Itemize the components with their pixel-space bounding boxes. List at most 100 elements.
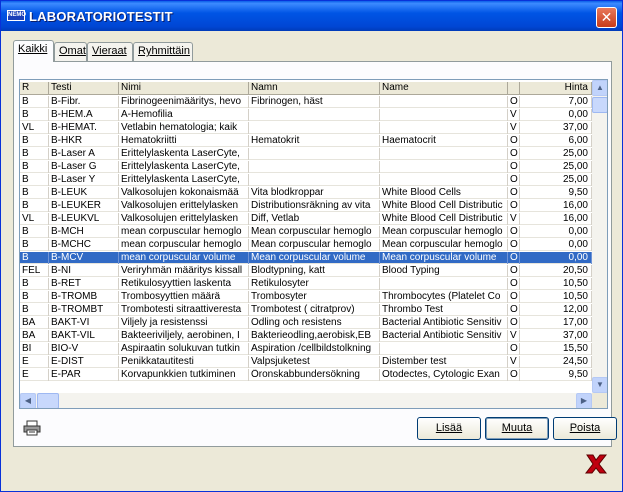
tab-ryhmittain[interactable]: Ryhmittäin (133, 42, 193, 61)
cell-type: O (508, 135, 520, 147)
table-row[interactable]: VL B-LEUKVL Valkosolujen erittelylasken Dif… (20, 213, 592, 225)
add-button[interactable]: Lisää (417, 417, 481, 440)
cell-testi: B-RET (49, 278, 119, 290)
printer-icon[interactable] (23, 420, 41, 436)
table-row[interactable]: B B-Laser Y Erittelylaskenta LaserCyte, O 25… (20, 174, 592, 186)
horizontal-scrollbar[interactable]: ◀ ▶ (20, 393, 592, 408)
cell-name: Distember test (380, 356, 508, 368)
cell-testi: B-LEUKER (49, 200, 119, 212)
tab-kaikki[interactable]: Kaikki (13, 40, 54, 62)
cell-nimi: Erittelylaskenta LaserCyte, (119, 174, 249, 186)
table-row[interactable]: B B-MCHC mean corpuscular hemoglo Mean corp… (20, 239, 592, 251)
cell-namn (249, 161, 380, 173)
column-header-namn[interactable]: Namn (249, 82, 380, 95)
cell-testi: B-Laser Y (49, 174, 119, 186)
cell-hinta: 9,50 (520, 369, 592, 381)
cell-testi: B-MCH (49, 226, 119, 238)
cell-testi: E-PAR (49, 369, 119, 381)
horizontal-scroll-thumb[interactable] (37, 393, 59, 408)
cell-testi: B-MCHC (49, 239, 119, 251)
cell-namn: Retikulosyter (249, 278, 380, 290)
scrollbar-corner (592, 393, 607, 408)
tab-label: Ryhmittäin (138, 45, 190, 57)
table-row[interactable]: BA BAKT-VIL Bakteeriviljely, aerobinen, IB… (20, 330, 592, 342)
cell-r: E (20, 369, 49, 381)
scroll-left-icon[interactable]: ◀ (20, 393, 36, 408)
cell-hinta: 0,00 (520, 226, 592, 238)
exit-x-icon[interactable] (584, 452, 608, 476)
cell-r: VL (20, 213, 49, 225)
scroll-right-icon[interactable]: ▶ (576, 393, 592, 408)
cell-r: B (20, 304, 49, 316)
cell-nimi: Korvapunkkien tutkiminen (119, 369, 249, 381)
cell-nimi: mean corpuscular hemoglo (119, 239, 249, 251)
cell-type: O (508, 265, 520, 277)
cell-namn: Diff, Vetlab (249, 213, 380, 225)
table-row[interactable]: B B-LEUKER Valkosolujen erittelylasken Dist… (20, 200, 592, 212)
table-row[interactable]: B B-MCV mean corpuscular volume Mean corpus… (20, 252, 592, 264)
cell-r: BA (20, 330, 49, 342)
table-row[interactable]: BI BIO-V Aspiraatin solukuvan tutkin Aspira… (20, 343, 592, 355)
table-row[interactable]: B B-TROMBT Trombotesti sitraattiveresta Tro… (20, 304, 592, 316)
cell-testi: B-LEUK (49, 187, 119, 199)
scroll-down-icon[interactable]: ▼ (592, 377, 607, 393)
cell-namn: Fibrinogen, häst (249, 96, 380, 108)
title-bar[interactable]: NEMO LABORATORIOTESTIT ✕ (1, 1, 622, 31)
vertical-scroll-thumb[interactable] (592, 97, 607, 113)
cell-nimi: Erittelylaskenta LaserCyte, (119, 161, 249, 173)
cell-type: V (508, 122, 520, 134)
cell-r: B (20, 239, 49, 251)
cell-type: O (508, 174, 520, 186)
table-row[interactable]: B B-RET Retikulosyyttien laskenta Retikulos… (20, 278, 592, 290)
table-row[interactable]: B B-Laser G Erittelylaskenta LaserCyte, O 25… (20, 161, 592, 173)
close-button[interactable]: ✕ (596, 7, 617, 28)
cell-name: White Blood Cell Distributic (380, 213, 508, 225)
cell-testi: BIO-V (49, 343, 119, 355)
cell-type: O (508, 304, 520, 316)
cell-nimi: mean corpuscular volume (119, 252, 249, 264)
table-row[interactable]: B B-Fibr. Fibrinogeenimääritys, hevo Fibrin… (20, 96, 592, 108)
tab-panel: R Testi Nimi Namn Name Hinta B B-Fibr. Fib… (13, 61, 617, 447)
cell-r: E (20, 356, 49, 368)
table-row[interactable]: E E-PAR Korvapunkkien tutkiminen Öronskabbu… (20, 369, 592, 381)
cell-nimi: mean corpuscular hemoglo (119, 226, 249, 238)
table-row[interactable]: B B-MCH mean corpuscular hemoglo Mean corpu… (20, 226, 592, 238)
cell-nimi: Penikkatautitesti (119, 356, 249, 368)
cell-r: B (20, 174, 49, 186)
column-header-nimi[interactable]: Nimi (119, 82, 249, 95)
cell-r: B (20, 96, 49, 108)
edit-button[interactable]: Muuta (485, 417, 549, 440)
cell-hinta: 37,00 (520, 122, 592, 134)
cell-name (380, 122, 508, 134)
cell-name: Thrombo Test (380, 304, 508, 316)
cell-name (380, 96, 508, 108)
scroll-up-icon[interactable]: ▲ (592, 80, 607, 96)
cell-name (380, 278, 508, 290)
tab-omat[interactable]: Omat (54, 42, 87, 61)
column-header-hinta[interactable]: Hinta (520, 82, 592, 95)
table-row[interactable]: FEL B-NI Veriryhmän määritys kissall Blodty… (20, 265, 592, 277)
cell-r: B (20, 252, 49, 264)
table-row[interactable]: B B-TROMB Trombosyyttien määrä Trombosyter T… (20, 291, 592, 303)
column-header-testi[interactable]: Testi (49, 82, 119, 95)
table-row[interactable]: VL B-HEMAT. Vetlabin hematologia; kaik V 37,… (20, 122, 592, 134)
column-header-type[interactable] (508, 82, 520, 95)
tests-grid[interactable]: R Testi Nimi Namn Name Hinta B B-Fibr. Fib… (19, 79, 608, 409)
column-header-name[interactable]: Name (380, 82, 508, 95)
cell-type: O (508, 226, 520, 238)
tab-vieraat[interactable]: Vieraat (87, 42, 133, 61)
vertical-scrollbar[interactable]: ▲ ▼ (592, 80, 607, 393)
table-row[interactable]: B B-HEM.A A-Hemofilia V 0,00 (20, 109, 592, 121)
cell-namn: Odling och resistens (249, 317, 380, 329)
cell-hinta: 15,50 (520, 343, 592, 355)
cell-nimi: Viljely ja resistenssi (119, 317, 249, 329)
cell-name (380, 174, 508, 186)
table-row[interactable]: E E-DIST Penikkatautitesti Valpsjuketest Dis… (20, 356, 592, 368)
table-row[interactable]: B B-HKR Hematokriitti Hematokrit Haematocrit… (20, 135, 592, 147)
delete-button[interactable]: Poista (553, 417, 617, 440)
column-header-r[interactable]: R (20, 82, 49, 95)
table-row[interactable]: BA BAKT-VI Viljely ja resistenssi Odling oc… (20, 317, 592, 329)
cell-testi: BAKT-VI (49, 317, 119, 329)
table-row[interactable]: B B-Laser A Erittelylaskenta LaserCyte, O 25… (20, 148, 592, 160)
table-row[interactable]: B B-LEUK Valkosolujen kokonaismää Vita blod… (20, 187, 592, 199)
